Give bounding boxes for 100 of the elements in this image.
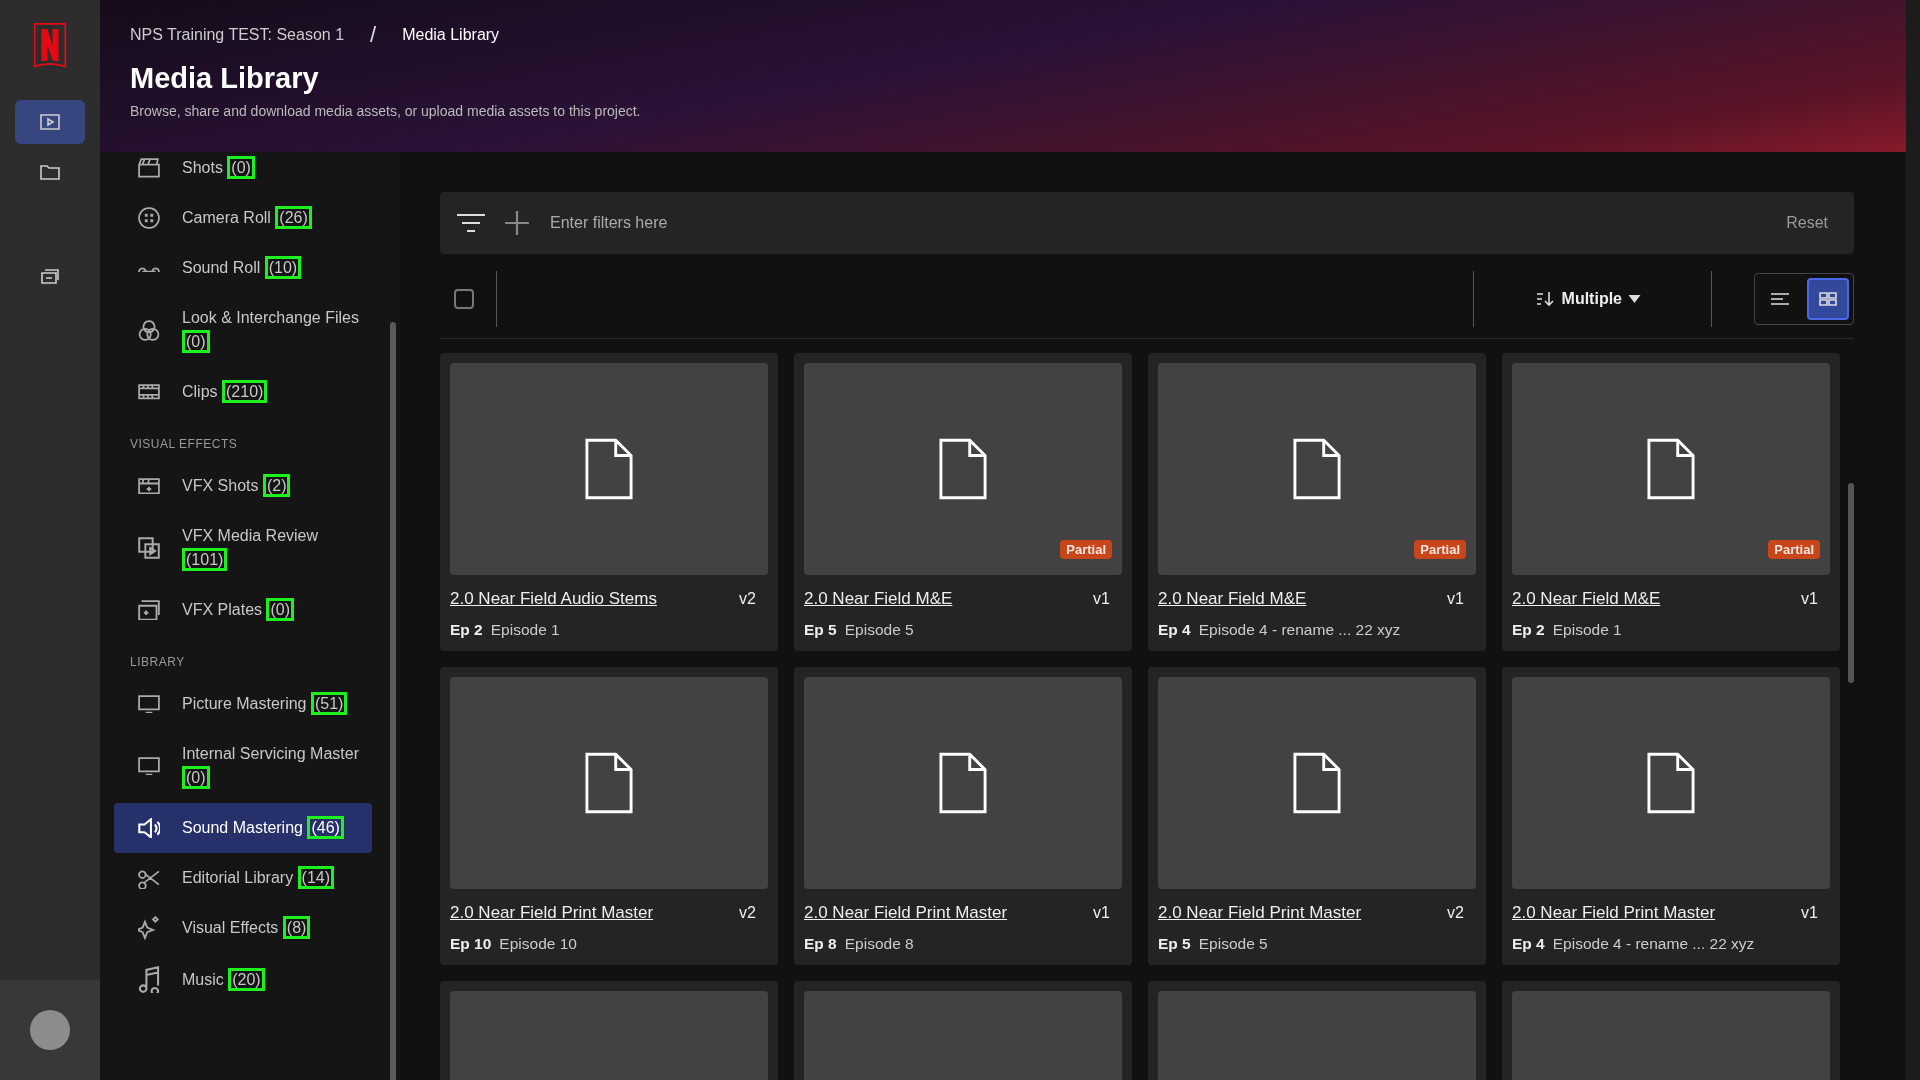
- count-highlight: (46): [307, 816, 344, 839]
- filter-icon[interactable]: [456, 212, 486, 234]
- asset-title-link[interactable]: 2.0 Near Field Print Master: [450, 903, 654, 923]
- section-label: VISUAL EFFECTS: [129, 436, 239, 453]
- category-icon: [138, 384, 160, 400]
- tray-icon: [40, 268, 60, 284]
- add-icon[interactable]: [504, 210, 530, 236]
- count-highlight: (0): [266, 598, 295, 621]
- category-icon: [138, 599, 160, 621]
- asset-card[interactable]: 2.0 Near Field Print Master v2 Ep 5 Episode 5: [1148, 667, 1486, 965]
- breadcrumb-link[interactable]: NPS Training TEST: Season 1: [130, 26, 345, 44]
- user-avatar[interactable]: [30, 1010, 70, 1050]
- status-badge: Partial: [1060, 540, 1112, 559]
- category-icon: [138, 207, 160, 229]
- episode-name: Episode 1: [1552, 621, 1622, 639]
- sidebar-item[interactable]: Camera Roll (26): [114, 193, 372, 243]
- episode-name: Episode 5: [1198, 935, 1268, 953]
- sidebar-item[interactable]: Clips (210): [114, 367, 372, 417]
- asset-card[interactable]: 2.0 Near Field Print Master v2 Ep 10 Episode 10: [440, 667, 778, 965]
- episode-name: Episode 4 - rename ... 22 xyz: [1198, 621, 1401, 639]
- status-badge: Partial: [1768, 540, 1820, 559]
- asset-title-link[interactable]: 2.0 Near Field M&E: [1158, 589, 1307, 609]
- filter-bar[interactable]: Enter filters here Reset: [440, 192, 1854, 254]
- count-highlight: (20): [228, 967, 265, 991]
- episode-name: Episode 4 - rename ... 22 xyz: [1552, 935, 1755, 953]
- count-highlight: (26): [275, 206, 312, 229]
- episode-number: Ep 8: [804, 935, 837, 953]
- document-icon: [1293, 438, 1341, 500]
- version-label: v1: [1093, 904, 1110, 922]
- asset-card[interactable]: Partial 2.0 Near Field M&E v1 Ep 4 Episode 4 - rename ... 22 xyz: [1148, 353, 1486, 651]
- asset-title-link[interactable]: 2.0 Near Field M&E: [804, 589, 953, 609]
- version-label: v2: [1447, 904, 1464, 922]
- episode-name: Episode 1: [490, 621, 560, 639]
- document-icon: [1647, 438, 1695, 500]
- status-badge: Partial: [1414, 540, 1466, 559]
- version-label: v1: [1093, 590, 1110, 608]
- document-icon: [585, 438, 633, 500]
- sidebar-item[interactable]: VFX Shots (2): [114, 461, 372, 511]
- sidebar-item[interactable]: Sound Mastering (46): [114, 803, 372, 853]
- media-rail-button[interactable]: [15, 100, 85, 144]
- page-title: Media Library: [130, 62, 320, 95]
- asset-title-link[interactable]: 2.0 Near Field Print Master: [1512, 903, 1716, 923]
- episode-name: Episode 10: [499, 935, 577, 953]
- asset-title-link[interactable]: 2.0 Near Field M&E: [1512, 589, 1661, 609]
- episode-number: Ep 2: [1512, 621, 1545, 639]
- sidebar-item[interactable]: Sound Roll (10): [114, 243, 372, 293]
- scrollbar[interactable]: [1848, 483, 1854, 683]
- episode-name: Episode 8: [844, 935, 914, 953]
- logo-icon[interactable]: [33, 22, 67, 70]
- filter-input[interactable]: Enter filters here: [548, 213, 1763, 233]
- sidebar-item[interactable]: VFX Media Review (101): [114, 511, 372, 585]
- episode-number: Ep 10: [450, 935, 492, 953]
- select-all-checkbox[interactable]: [454, 289, 474, 309]
- asset-title-link[interactable]: 2.0 Near Field Print Master: [1158, 903, 1362, 923]
- count-highlight: (14): [297, 866, 335, 889]
- asset-card[interactable]: Partial 2.0 Near Field M&E v1 Ep 5 Episode 5: [794, 353, 1132, 651]
- category-icon: [138, 916, 160, 940]
- list-icon: [1770, 291, 1790, 307]
- media-icon: [40, 114, 60, 130]
- category-icon: [138, 817, 160, 839]
- version-label: v2: [739, 904, 756, 922]
- document-icon: [1647, 752, 1695, 814]
- asset-card[interactable]: 2.0 Near Field Print Master v1 Ep 4 Episode 4 - rename ... 22 xyz: [1502, 667, 1840, 965]
- version-label: v1: [1447, 590, 1464, 608]
- grid-icon: [1818, 291, 1838, 307]
- category-icon: [138, 756, 160, 776]
- episode-number: Ep 4: [1158, 621, 1191, 639]
- sidebar-item[interactable]: Music (20): [114, 953, 372, 1007]
- breadcrumb-separator: /: [370, 22, 377, 48]
- sidebar-item[interactable]: VFX Plates (0): [114, 585, 372, 635]
- reset-button[interactable]: Reset: [1780, 213, 1834, 233]
- sort-dropdown[interactable]: Multiple: [1529, 289, 1647, 309]
- sidebar-item[interactable]: Picture Mastering (51): [114, 679, 372, 729]
- sidebar-item[interactable]: Visual Effects (8): [114, 903, 372, 953]
- page-subtitle: Browse, share and download media assets, or upload media assets to this project.: [130, 103, 642, 119]
- count-highlight: (0): [227, 156, 255, 179]
- caret-icon: [1628, 295, 1641, 303]
- asset-card[interactable]: 2.0 Near Field Print Master v1 Ep 8 Episode 8: [794, 667, 1132, 965]
- document-icon: [939, 438, 987, 500]
- version-label: v2: [739, 590, 756, 608]
- sort-icon: [1535, 291, 1556, 307]
- sidebar-item[interactable]: Shots (0): [114, 152, 372, 193]
- count-highlight: (2): [262, 474, 291, 497]
- category-icon: [138, 537, 160, 559]
- grid-view-button[interactable]: [1807, 278, 1849, 320]
- section-label: LIBRARY: [129, 654, 186, 671]
- sidebar-item[interactable]: Look & Interchange Files (0): [114, 293, 372, 367]
- asset-card[interactable]: 2.0 Near Field Audio Stems v2 Ep 2 Episode 1: [440, 353, 778, 651]
- scrollbar[interactable]: [1906, 0, 1920, 1080]
- episode-number: Ep 4: [1512, 935, 1545, 953]
- scrollbar[interactable]: [390, 322, 396, 1080]
- document-icon: [1293, 752, 1341, 814]
- asset-title-link[interactable]: 2.0 Near Field Print Master: [804, 903, 1008, 923]
- version-label: v1: [1801, 904, 1818, 922]
- asset-card[interactable]: Partial 2.0 Near Field M&E v1 Ep 2 Episode 1: [1502, 353, 1840, 651]
- sidebar-item[interactable]: Internal Servicing Master (0): [114, 729, 372, 803]
- sidebar-item[interactable]: Editorial Library (14): [114, 853, 372, 903]
- version-label: v1: [1801, 590, 1818, 608]
- asset-title-link[interactable]: 2.0 Near Field Audio Stems: [450, 589, 657, 609]
- episode-number: Ep 2: [450, 621, 483, 639]
